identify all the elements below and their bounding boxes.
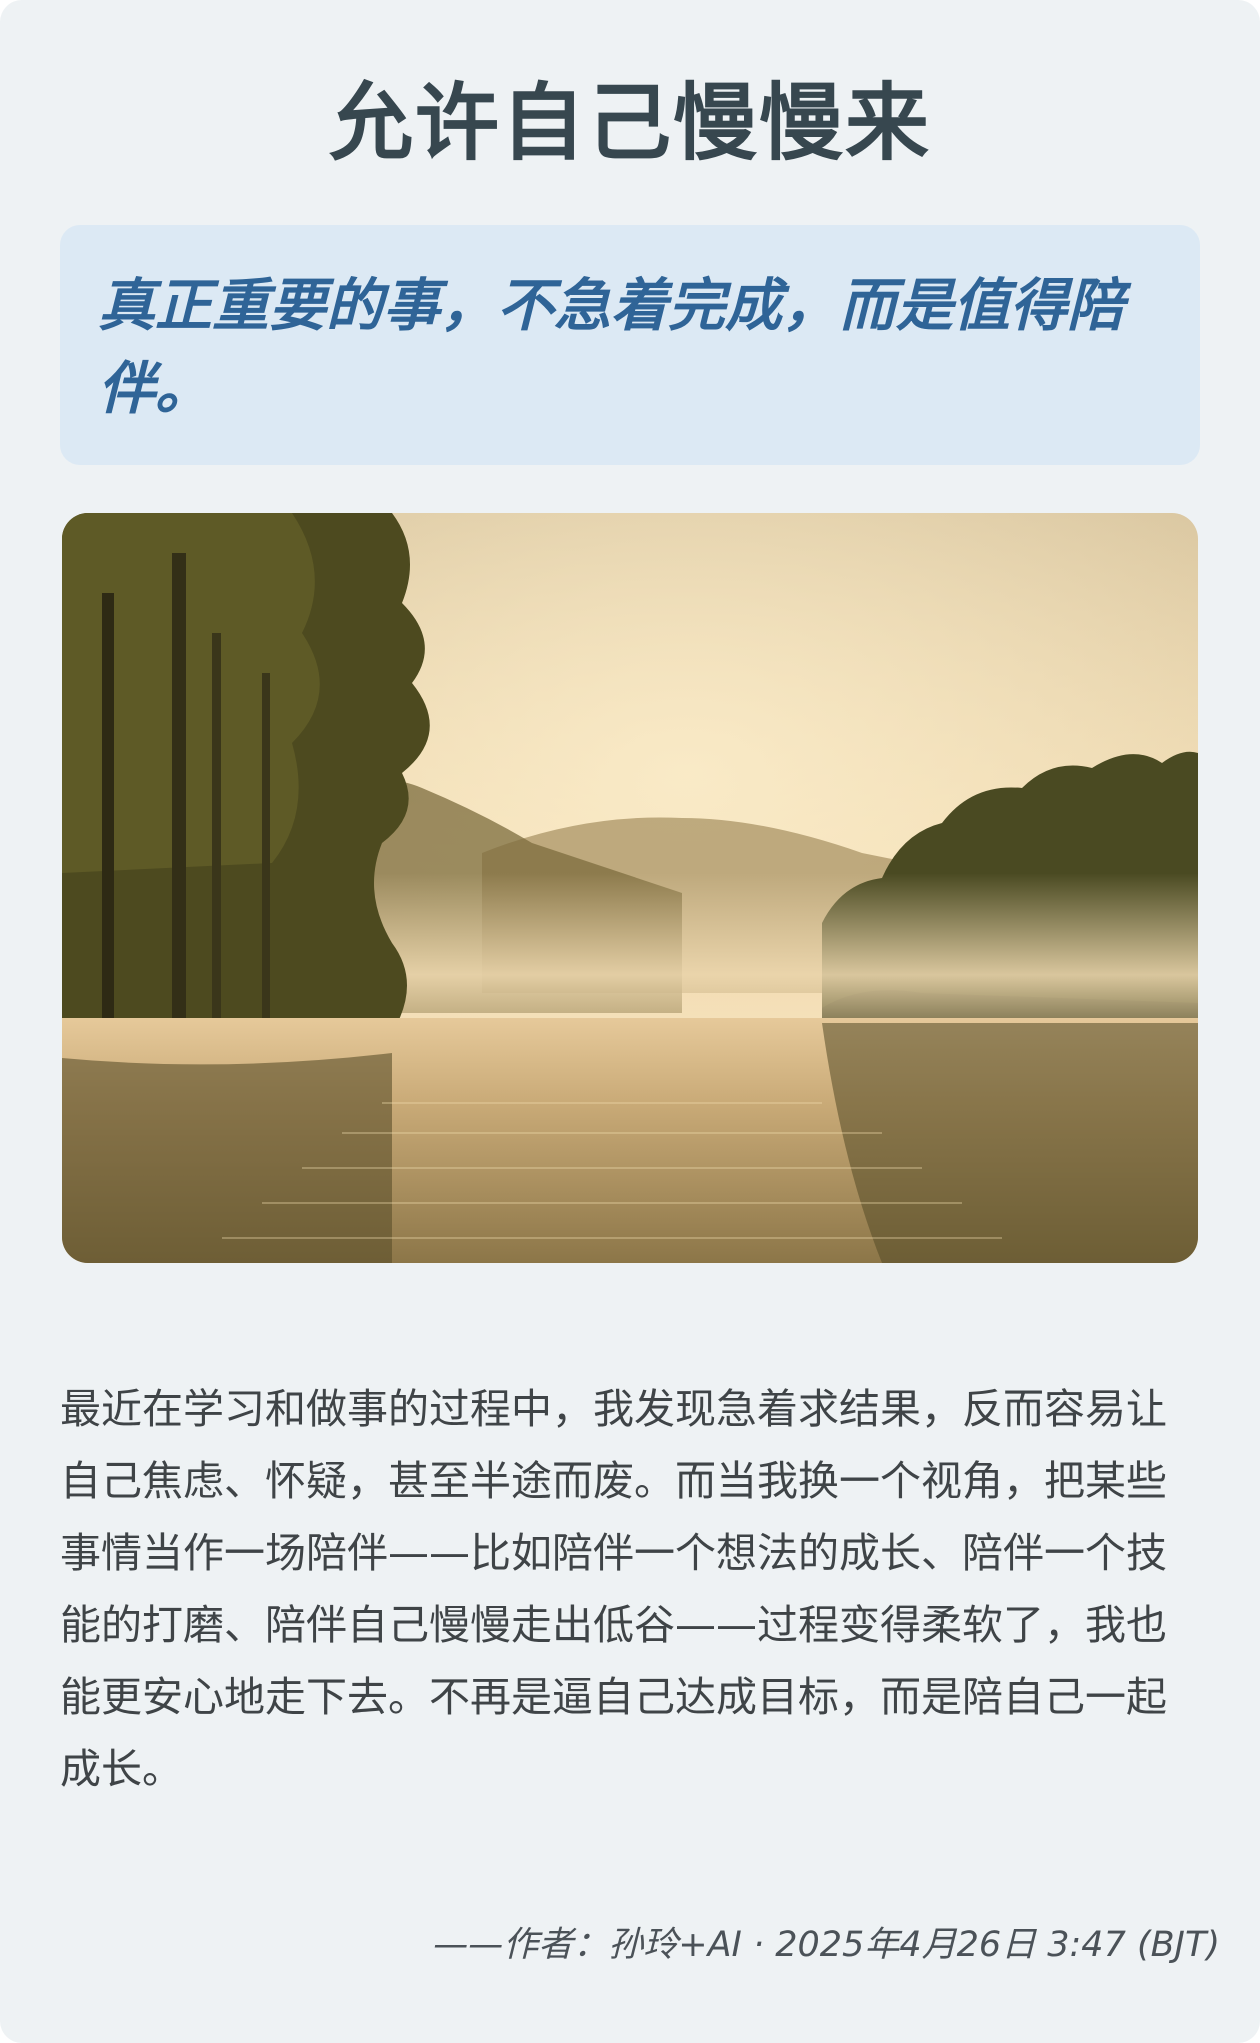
- article-title: 允许自己慢慢来: [328, 74, 931, 172]
- article-card: 允许自己慢慢来 真正重要的事，不急着完成，而是值得陪伴。 最近在学习和做事的过程…: [0, 0, 1260, 2043]
- quote-text: 真正重要的事，不急着完成，而是值得陪伴。: [98, 273, 1124, 422]
- author-signature: ——作者：孙玲+AI · 2025年4月26日 3:47 (BJT): [433, 1925, 1220, 1965]
- quote-callout: 真正重要的事，不急着完成，而是值得陪伴。: [60, 225, 1200, 465]
- lake-photo: [62, 513, 1198, 1263]
- article-body: 最近在学习和做事的过程中，我发现急着求结果，反而容易让自己焦虑、怀疑，甚至半途而…: [60, 1385, 1167, 1793]
